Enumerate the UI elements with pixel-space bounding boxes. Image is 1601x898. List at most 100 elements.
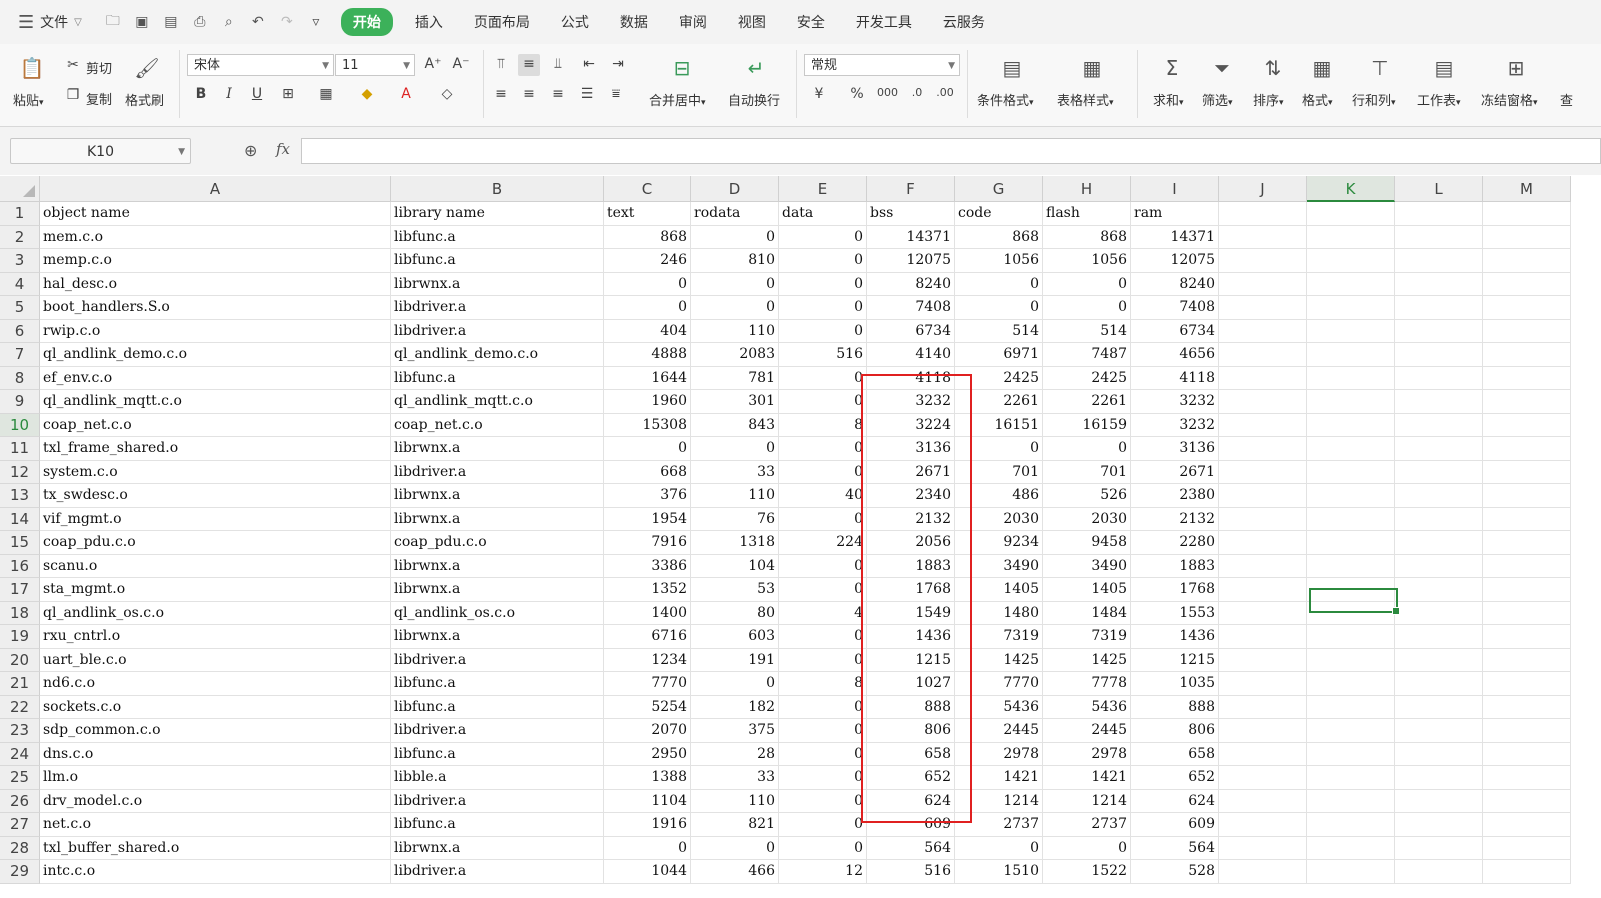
cell[interactable]: 8 bbox=[779, 672, 867, 696]
cell[interactable]: 624 bbox=[1131, 789, 1219, 813]
cell[interactable] bbox=[1395, 601, 1483, 625]
row-header[interactable]: 28 bbox=[0, 836, 40, 860]
cell[interactable]: 781 bbox=[691, 366, 779, 390]
cell[interactable]: scanu.o bbox=[40, 554, 391, 578]
cell[interactable] bbox=[1483, 625, 1571, 649]
cell[interactable]: 1425 bbox=[955, 648, 1043, 672]
cell[interactable]: 3232 bbox=[1131, 413, 1219, 437]
cell[interactable] bbox=[1307, 413, 1395, 437]
cell[interactable]: 7319 bbox=[955, 625, 1043, 649]
cell[interactable] bbox=[1307, 789, 1395, 813]
increase-font-icon[interactable]: A⁺ bbox=[424, 56, 442, 72]
cell[interactable]: 182 bbox=[691, 695, 779, 719]
cell[interactable]: libble.a bbox=[391, 766, 604, 790]
cell[interactable]: 1056 bbox=[955, 249, 1043, 273]
cell[interactable] bbox=[1219, 296, 1307, 320]
cell[interactable]: 1425 bbox=[1043, 648, 1131, 672]
row-header[interactable]: 10 bbox=[0, 413, 40, 437]
tab-formulas[interactable]: 公式 bbox=[561, 12, 589, 32]
cell[interactable]: 4656 bbox=[1131, 343, 1219, 367]
cell[interactable]: 7408 bbox=[867, 296, 955, 320]
table-style-icon[interactable]: ▦ bbox=[1078, 56, 1106, 80]
currency-icon[interactable]: ¥ bbox=[810, 86, 828, 102]
cell[interactable]: 224 bbox=[779, 531, 867, 555]
column-header-j[interactable]: J bbox=[1219, 176, 1307, 202]
column-header-c[interactable]: C bbox=[604, 176, 691, 202]
cell[interactable] bbox=[1307, 437, 1395, 461]
cell[interactable]: 2978 bbox=[955, 742, 1043, 766]
cell[interactable]: 2737 bbox=[1043, 813, 1131, 837]
cell[interactable]: 0 bbox=[779, 766, 867, 790]
cell[interactable] bbox=[1307, 507, 1395, 531]
underline-icon[interactable]: U bbox=[248, 86, 266, 102]
cell[interactable]: 33 bbox=[691, 460, 779, 484]
cell[interactable]: 375 bbox=[691, 719, 779, 743]
cell[interactable]: ql_andlink_os.c.o bbox=[391, 601, 604, 625]
cell[interactable]: ql_andlink_demo.c.o bbox=[40, 343, 391, 367]
cell[interactable]: 1215 bbox=[867, 648, 955, 672]
cell[interactable]: bss bbox=[867, 202, 955, 226]
cell[interactable]: 2030 bbox=[955, 507, 1043, 531]
cell-style-icon[interactable]: ▦ bbox=[317, 86, 335, 102]
open-folder-icon[interactable]: 🗀 bbox=[104, 10, 122, 34]
cell[interactable]: 516 bbox=[779, 343, 867, 367]
cell[interactable]: 7770 bbox=[955, 672, 1043, 696]
cell[interactable]: 2737 bbox=[955, 813, 1043, 837]
column-header-m[interactable]: M bbox=[1483, 176, 1571, 202]
name-box[interactable]: K10 ▼ bbox=[10, 138, 191, 164]
cell[interactable] bbox=[1395, 860, 1483, 884]
cell[interactable] bbox=[1395, 507, 1483, 531]
column-header-k[interactable]: K bbox=[1307, 176, 1395, 202]
row-header[interactable]: 16 bbox=[0, 554, 40, 578]
cell[interactable]: 0 bbox=[691, 296, 779, 320]
tab-page-layout[interactable]: 页面布局 bbox=[474, 12, 530, 32]
cell[interactable]: 7778 bbox=[1043, 672, 1131, 696]
font-size-select[interactable]: 11 ▼ bbox=[335, 54, 415, 76]
cell[interactable]: boot_handlers.S.o bbox=[40, 296, 391, 320]
column-header-l[interactable]: L bbox=[1395, 176, 1483, 202]
cell[interactable]: 3490 bbox=[1043, 554, 1131, 578]
tab-security[interactable]: 安全 bbox=[797, 12, 825, 32]
cell[interactable] bbox=[1395, 225, 1483, 249]
cell[interactable]: text bbox=[604, 202, 691, 226]
cell[interactable]: 0 bbox=[604, 836, 691, 860]
conditional-format-button[interactable]: 条件格式▾ bbox=[977, 90, 1034, 109]
cell[interactable]: 609 bbox=[867, 813, 955, 837]
cell[interactable]: nd6.c.o bbox=[40, 672, 391, 696]
row-header[interactable]: 25 bbox=[0, 766, 40, 790]
column-header-g[interactable]: G bbox=[955, 176, 1043, 202]
cell[interactable] bbox=[1307, 484, 1395, 508]
cell[interactable]: 0 bbox=[604, 437, 691, 461]
cell[interactable] bbox=[1307, 272, 1395, 296]
cell[interactable]: 2340 bbox=[867, 484, 955, 508]
paste-button[interactable]: 粘贴▾ bbox=[13, 90, 44, 109]
cell[interactable]: 1044 bbox=[604, 860, 691, 884]
cell[interactable]: 12 bbox=[779, 860, 867, 884]
table-style-button[interactable]: 表格样式▾ bbox=[1057, 90, 1114, 109]
cell[interactable]: txl_frame_shared.o bbox=[40, 437, 391, 461]
cell[interactable] bbox=[1219, 390, 1307, 414]
cell[interactable]: librwnx.a bbox=[391, 272, 604, 296]
percent-icon[interactable]: % bbox=[848, 86, 866, 102]
cell[interactable]: txl_buffer_shared.o bbox=[40, 836, 391, 860]
cell[interactable]: 6971 bbox=[955, 343, 1043, 367]
cell[interactable]: 810 bbox=[691, 249, 779, 273]
cell[interactable]: 0 bbox=[779, 507, 867, 531]
worksheet-button[interactable]: 工作表▾ bbox=[1417, 90, 1461, 109]
cell[interactable]: 868 bbox=[955, 225, 1043, 249]
conditional-format-icon[interactable]: ▤ bbox=[998, 56, 1026, 80]
cell[interactable]: 7487 bbox=[1043, 343, 1131, 367]
cell[interactable] bbox=[1483, 719, 1571, 743]
cell[interactable] bbox=[1219, 719, 1307, 743]
cell[interactable] bbox=[1219, 695, 1307, 719]
cell[interactable]: 6734 bbox=[867, 319, 955, 343]
cell[interactable] bbox=[1395, 437, 1483, 461]
cell[interactable] bbox=[1395, 343, 1483, 367]
sort-button[interactable]: 排序▾ bbox=[1253, 90, 1284, 109]
cell[interactable]: 5254 bbox=[604, 695, 691, 719]
cell[interactable] bbox=[1483, 695, 1571, 719]
cell[interactable]: sockets.c.o bbox=[40, 695, 391, 719]
cell[interactable]: 191 bbox=[691, 648, 779, 672]
cell[interactable]: 1215 bbox=[1131, 648, 1219, 672]
cell[interactable] bbox=[1219, 648, 1307, 672]
